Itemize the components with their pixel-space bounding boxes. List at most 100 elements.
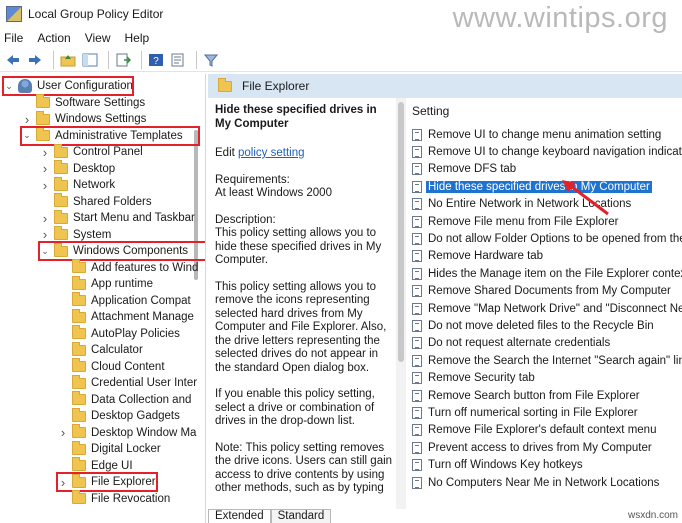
policy-setting-label: Remove UI to change keyboard navigation … [428,146,682,159]
policy-icon [412,441,422,454]
policy-setting-row[interactable]: Do not move deleted files to the Recycle… [406,317,682,334]
policy-setting-row[interactable]: Hide these specified drives in My Comput… [406,178,682,195]
show-hide-tree-icon[interactable] [81,51,99,69]
policy-setting-row[interactable]: Prevent access to drives from My Compute… [406,439,682,456]
red-highlight-box [20,125,200,146]
policy-icon [412,337,422,350]
view-tabs: Extended Standard [208,509,332,523]
chevron-right-icon[interactable]: › [40,145,50,160]
policy-setting-row[interactable]: Remove File menu from File Explorer [406,213,682,230]
tree-item[interactable]: Shared Folders [40,193,152,210]
policy-setting-row[interactable]: Remove Search button from File Explorer [406,387,682,404]
policy-setting-row[interactable]: Remove Shared Documents from My Computer [406,283,682,300]
column-header-setting[interactable]: Setting [412,104,449,118]
policy-icon [412,198,422,211]
tree-item-label: Desktop Gadgets [91,410,180,422]
policy-setting-row[interactable]: Turn off numerical sorting in File Explo… [406,404,682,421]
tree-item[interactable]: › Start Menu and Taskbar [40,209,195,226]
export-list-icon[interactable] [114,51,132,69]
up-folder-icon[interactable] [59,51,77,69]
folder-icon [72,358,86,372]
tree-item[interactable]: › Control Panel [40,143,143,160]
tree-item[interactable]: Attachment Manage [58,308,194,325]
policy-setting-label: Do not request alternate credentials [428,337,611,350]
policy-icon [412,146,422,159]
chevron-right-icon[interactable]: › [22,112,32,127]
tree-item[interactable]: › Desktop [40,160,115,177]
tree-item-label: Credential User Inter [91,377,198,389]
tree-item[interactable]: › Desktop Window Ma [58,424,196,441]
extended-description: Hide these specified drives in My Comput… [215,104,393,509]
policy-setting-row[interactable]: Remove Hardware tab [406,248,682,265]
policy-setting-row[interactable]: Do not allow Folder Options to be opened… [406,230,682,247]
tree-item[interactable]: App runtime [58,275,153,292]
policy-setting-row[interactable]: Remove File Explorer's default context m… [406,422,682,439]
policy-icon [412,250,422,263]
policy-setting-row[interactable]: Turn off Windows Key hotkeys [406,456,682,473]
policy-setting-row[interactable]: Remove UI to change keyboard navigation … [406,143,682,160]
tree-item[interactable]: Desktop Gadgets [58,407,180,424]
policy-setting-label: Do not move deleted files to the Recycle… [428,319,654,332]
tree-item[interactable]: Application Compat [58,292,191,309]
tree-item-label: Start Menu and Taskbar [73,212,195,224]
tree-item[interactable]: › Network [40,176,115,193]
policy-setting-row[interactable]: Remove UI to change menu animation setti… [406,126,682,143]
tree-item[interactable]: Cloud Content [58,358,165,375]
policy-setting-row[interactable]: Remove Security tab [406,369,682,386]
policy-setting-row[interactable]: No Computers Near Me in Network Location… [406,474,682,491]
menu-view[interactable]: View [85,31,111,45]
policy-title: Hide these specified drives in My Comput… [215,104,377,130]
menu-action[interactable]: Action [37,31,70,45]
tree-item[interactable]: AutoPlay Policies [58,325,180,342]
chevron-right-icon[interactable]: › [40,161,50,176]
policy-icon [412,424,422,437]
svg-text:?: ? [153,56,159,67]
menu-help[interactable]: Help [125,31,150,45]
description-scrollbar[interactable] [396,98,406,509]
tree-item[interactable]: Digital Locker [58,440,161,457]
chevron-right-icon[interactable]: › [58,425,68,440]
tree-item[interactable]: Data Collection and [58,391,191,408]
policy-setting-label: Do not allow Folder Options to be opened… [428,233,682,246]
tree-item[interactable]: Add features to Wind [58,259,198,276]
policy-setting-row[interactable]: Remove DFS tab [406,161,682,178]
policy-setting-link[interactable]: policy setting [238,147,304,159]
policy-icon [412,319,422,332]
policy-setting-label: Remove Security tab [428,372,535,385]
back-arrow-icon[interactable] [4,51,22,69]
filter-icon[interactable] [202,51,220,69]
policy-icon [412,233,422,246]
toolbar-divider [53,50,54,69]
tree-item[interactable]: Software Settings [22,94,145,111]
pane-header: File Explorer [208,74,682,98]
tab-standard[interactable]: Standard [270,509,332,523]
policy-icon [412,302,422,315]
properties-icon[interactable] [169,51,187,69]
policy-setting-row[interactable]: No Entire Network in Network Locations [406,196,682,213]
policy-setting-row[interactable]: Do not request alternate credentials [406,335,682,352]
tree-item[interactable]: Calculator [58,341,143,358]
policy-setting-row[interactable]: Remove "Map Network Drive" and "Disconne… [406,300,682,317]
toolbar: ? [0,48,682,72]
folder-icon [36,110,50,125]
tab-extended[interactable]: Extended [208,509,271,523]
chevron-right-icon[interactable]: › [40,227,50,242]
tree-item[interactable]: File Revocation [58,490,170,507]
chevron-right-icon[interactable]: › [40,178,50,193]
chevron-right-icon[interactable]: › [40,211,50,226]
folder-icon [72,308,86,323]
corner-watermark: wsxdn.com [627,510,678,521]
window-title: Local Group Policy Editor [28,7,164,21]
policy-setting-row[interactable]: Remove the Search the Internet "Search a… [406,352,682,369]
tree-item[interactable]: Credential User Inter [58,374,198,391]
tree-item-label: Cloud Content [91,360,165,373]
folder-icon [72,490,86,504]
toolbar-divider [108,50,109,69]
menu-file[interactable]: File [4,31,23,45]
scrollbar-thumb[interactable] [398,102,404,362]
description-paragraph: Description: This policy setting allows … [215,213,382,267]
policy-setting-row[interactable]: Hides the Manage item on the File Explor… [406,265,682,282]
forward-arrow-icon[interactable] [26,51,44,69]
policy-icon [412,372,422,385]
help-icon[interactable]: ? [147,51,165,69]
